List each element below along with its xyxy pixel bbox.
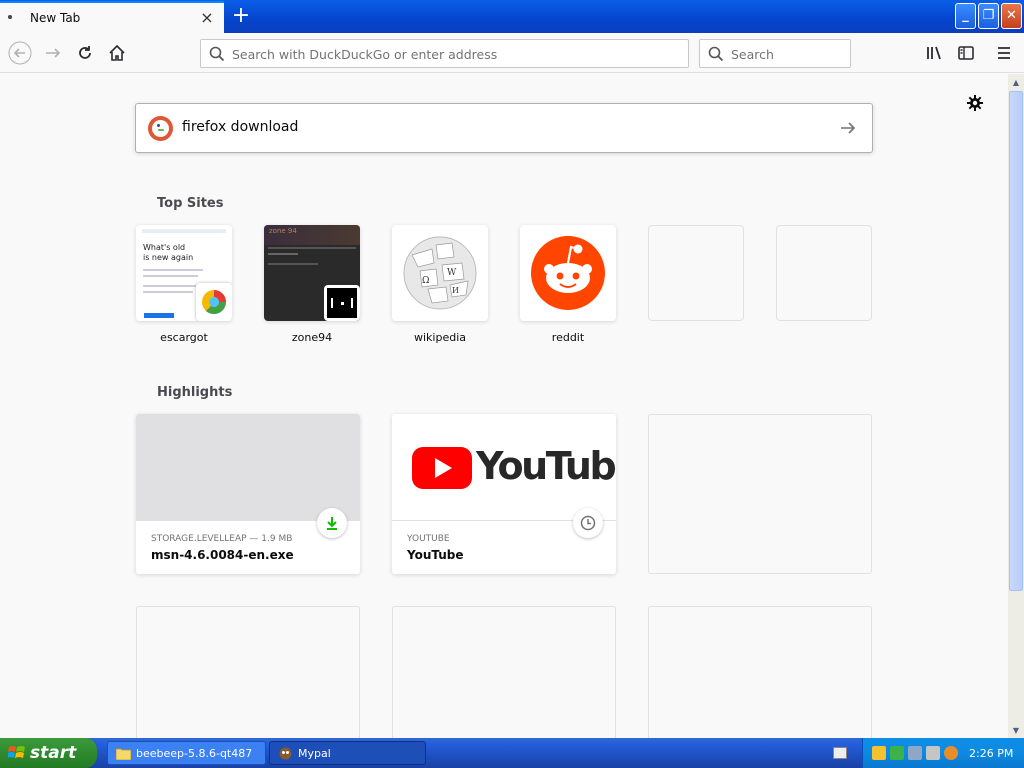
settings-tray-icon[interactable] xyxy=(926,746,940,760)
scroll-up-button[interactable]: ▲ xyxy=(1008,74,1024,90)
zone94-preview-text: zone 94 xyxy=(269,227,297,235)
card-preview-image: YouTube xyxy=(392,414,616,521)
search-bar[interactable]: Search xyxy=(699,39,851,68)
card-title: msn-4.6.0084-en.exe xyxy=(151,548,294,562)
tab-favicon xyxy=(8,15,12,19)
minimize-button[interactable]: _ xyxy=(955,3,976,29)
highlight-placeholder xyxy=(648,606,872,738)
close-window-button[interactable]: ✕ xyxy=(1001,3,1022,29)
newtab-page: firefox download Top Sites What's old is… xyxy=(0,74,1008,738)
scroll-thumb[interactable] xyxy=(1009,91,1023,591)
highlight-card-youtube[interactable]: YouTube YOUTUBE YouTube xyxy=(392,414,616,574)
highlight-card-download[interactable]: STORAGE.LEVELLEAP — 1.9 MB msn-4.6.0084-… xyxy=(136,414,360,574)
search-icon xyxy=(209,46,225,62)
card-source: YOUTUBE xyxy=(407,534,450,544)
tab-new-tab[interactable]: New Tab × xyxy=(0,1,224,33)
highlight-placeholder xyxy=(136,606,360,738)
zone94-favicon xyxy=(324,285,360,321)
highlight-placeholder xyxy=(648,414,872,574)
search-icon xyxy=(708,46,724,62)
top-site-tile-zone94[interactable]: zone 94 xyxy=(264,225,360,321)
home-icon xyxy=(109,44,125,61)
pong-game-icon xyxy=(327,288,357,318)
card-preview-image xyxy=(136,414,360,521)
top-site-label: wikipedia xyxy=(413,331,466,344)
top-site-label: reddit xyxy=(551,331,585,344)
back-arrow-icon xyxy=(8,41,32,65)
windows-flag-icon xyxy=(8,746,25,758)
search-query-text: firefox download xyxy=(182,119,299,135)
folder-icon xyxy=(116,748,131,760)
youtube-wordmark: YouTube xyxy=(476,444,616,488)
keyboard-icon[interactable] xyxy=(833,747,847,759)
customize-button[interactable] xyxy=(966,94,984,117)
svg-text:W: W xyxy=(447,268,457,278)
svg-text:И: И xyxy=(452,286,459,295)
forward-arrow-icon xyxy=(46,48,61,58)
sync-icon[interactable] xyxy=(908,746,922,760)
search-go-arrow-icon[interactable] xyxy=(838,118,858,138)
highlights-heading: Highlights xyxy=(157,385,233,400)
tab-close-button[interactable]: × xyxy=(198,9,216,27)
search-tray-icon[interactable] xyxy=(944,746,958,760)
download-icon xyxy=(317,508,347,538)
navigation-toolbar: Search with DuckDuckGo or enter address … xyxy=(0,33,1024,73)
card-source: STORAGE.LEVELLEAP — 1.9 MB xyxy=(151,534,293,544)
taskbar-item-label: beebeep-5.8.6-qt487 xyxy=(136,746,253,760)
start-label: start xyxy=(30,743,77,763)
search-bar-placeholder: Search xyxy=(731,47,774,62)
top-sites-heading: Top Sites xyxy=(157,196,224,211)
reddit-logo-icon xyxy=(531,236,605,310)
url-bar[interactable]: Search with DuckDuckGo or enter address xyxy=(200,39,689,68)
new-tab-button[interactable]: + xyxy=(228,3,254,29)
back-button[interactable] xyxy=(8,41,32,65)
escargot-logo-icon xyxy=(202,290,227,315)
tab-title: New Tab xyxy=(30,11,81,25)
forward-button[interactable] xyxy=(41,41,65,65)
gear-icon xyxy=(967,95,983,111)
top-site-placeholder xyxy=(648,225,744,321)
wikipedia-globe-icon: Ω W И xyxy=(403,236,477,310)
url-bar-placeholder: Search with DuckDuckGo or enter address xyxy=(232,47,498,62)
escargot-favicon xyxy=(196,283,232,321)
sidebar-icon xyxy=(958,46,974,60)
taskbar-item-beebeep[interactable]: beebeep-5.8.6-qt487 xyxy=(107,741,266,765)
title-bar: New Tab × + _ ❐ ✕ xyxy=(0,0,1024,33)
reload-button[interactable] xyxy=(73,41,97,65)
clock-icon xyxy=(573,508,603,538)
top-site-tile-escargot[interactable]: What's old is new again xyxy=(136,225,232,321)
scroll-down-button[interactable]: ▼ xyxy=(1008,722,1024,738)
library-button[interactable] xyxy=(922,41,946,65)
library-icon xyxy=(927,46,941,60)
duckduckgo-logo-icon xyxy=(148,116,173,141)
card-title: YouTube xyxy=(407,548,464,562)
escargot-preview-text: What's old is new again xyxy=(143,243,194,262)
top-site-label: escargot xyxy=(160,331,208,344)
start-button[interactable]: start xyxy=(0,738,97,768)
top-site-tile-reddit[interactable] xyxy=(520,225,616,321)
network-icon[interactable] xyxy=(890,746,904,760)
top-site-placeholder xyxy=(776,225,872,321)
menu-button[interactable] xyxy=(992,41,1016,65)
mypal-icon xyxy=(279,747,292,760)
top-site-label: zone94 xyxy=(291,331,333,344)
system-tray: 2:26 PM xyxy=(862,738,1024,768)
vertical-scrollbar[interactable]: ▲ ▼ xyxy=(1008,74,1024,738)
system-clock: 2:26 PM xyxy=(969,747,1014,760)
top-site-tile-wikipedia[interactable]: Ω W И xyxy=(392,225,488,321)
hamburger-menu-icon xyxy=(998,47,1010,59)
taskbar-item-label: Mypal xyxy=(298,746,331,760)
svg-text:Ω: Ω xyxy=(422,276,429,286)
home-button[interactable] xyxy=(105,41,129,65)
newtab-search-box[interactable]: firefox download xyxy=(135,103,873,153)
security-shield-icon[interactable] xyxy=(872,746,886,760)
sidebar-button[interactable] xyxy=(954,41,978,65)
maximize-button[interactable]: ❐ xyxy=(978,3,999,29)
taskbar-item-mypal[interactable]: Mypal xyxy=(269,741,426,765)
window-controls: _ ❐ ✕ xyxy=(955,3,1022,29)
taskbar: start beebeep-5.8.6-qt487 Mypal 2:26 PM xyxy=(0,738,1024,768)
reload-icon xyxy=(79,46,91,59)
highlight-placeholder xyxy=(392,606,616,738)
